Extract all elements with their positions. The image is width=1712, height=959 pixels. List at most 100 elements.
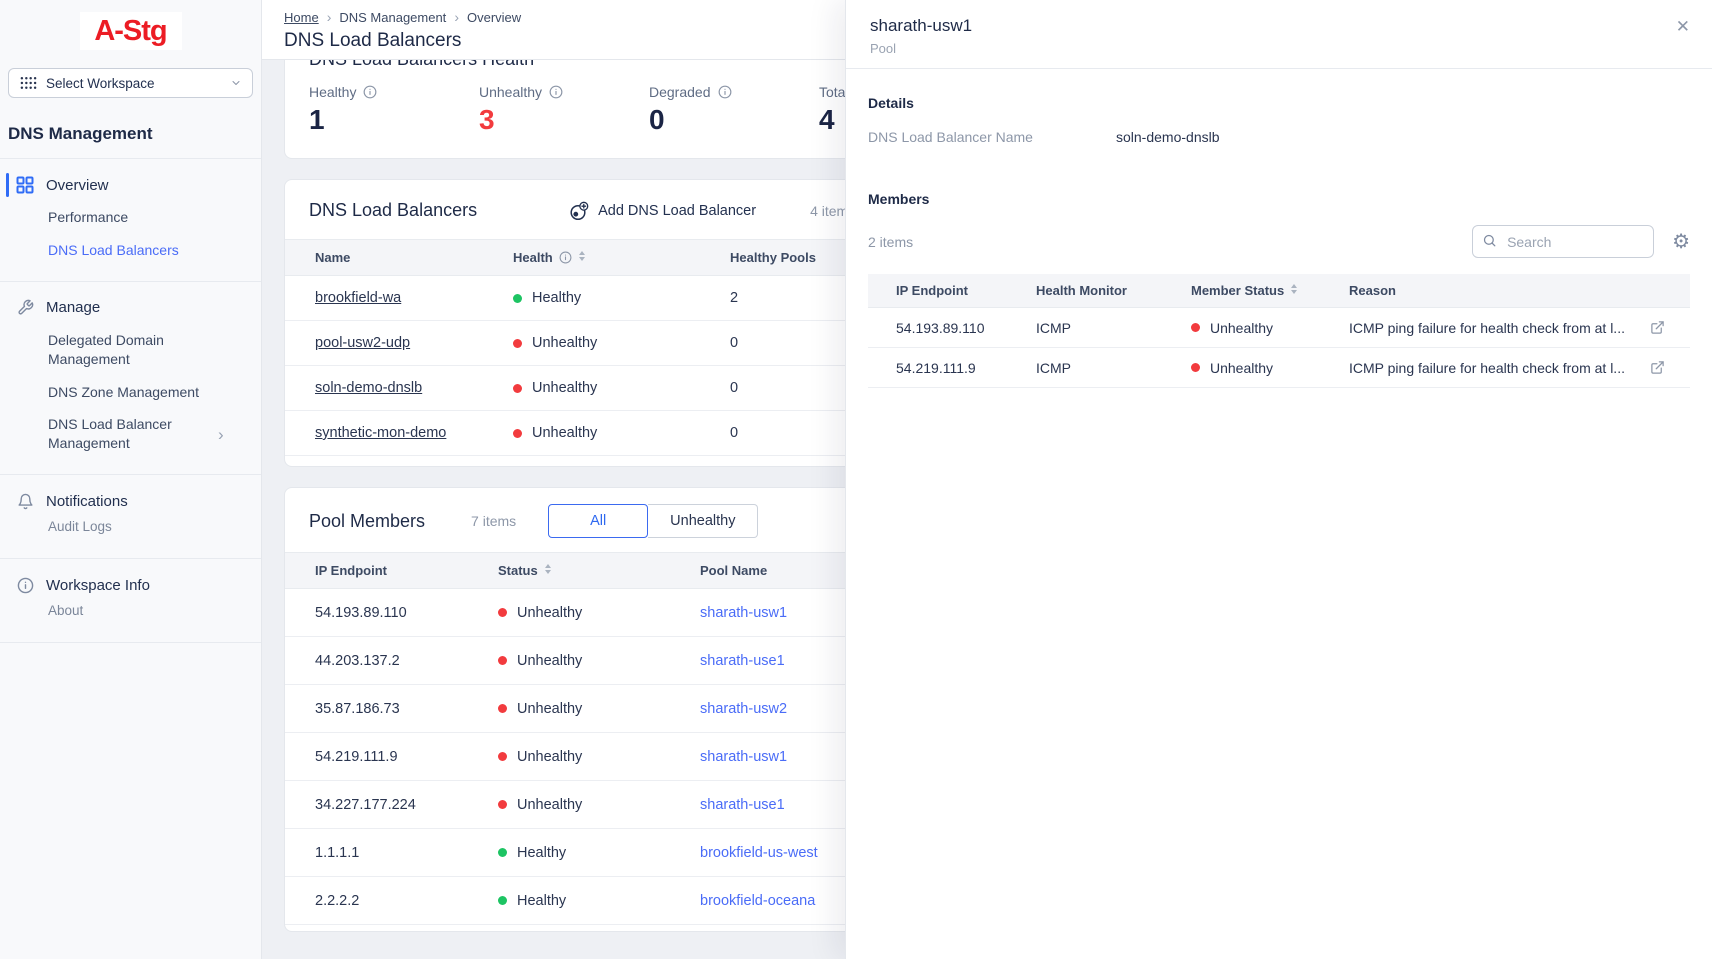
- sidebar-item-overview[interactable]: Overview: [8, 169, 253, 201]
- lb-name-link[interactable]: brookfield-wa: [315, 290, 401, 306]
- member-status-dot: [1191, 363, 1200, 372]
- pool-name-link[interactable]: brookfield-us-west: [700, 845, 818, 861]
- health-monitor: ICMP: [1036, 320, 1191, 336]
- sidebar-item-label: DNS Load Balancer Management: [48, 415, 218, 453]
- sidebar: A-Stg Select Workspace DNS Management: [0, 0, 262, 959]
- members-heading: Members: [868, 191, 1690, 207]
- sidebar-item-audit-logs[interactable]: Audit Logs: [8, 517, 253, 544]
- pool-items-count: 7 items: [471, 513, 516, 529]
- stat-healthy: Healthy 1: [309, 84, 479, 136]
- member-status-text: Unhealthy: [517, 653, 582, 669]
- members-table: IP Endpoint Health Monitor Member Status…: [868, 274, 1690, 388]
- member-status-text: Unhealthy: [517, 605, 582, 621]
- breadcrumb-dns-management[interactable]: DNS Management: [339, 10, 446, 25]
- member-status-dot: [498, 704, 507, 713]
- bell-icon: [16, 492, 34, 510]
- ip-endpoint: 1.1.1.1: [315, 845, 498, 861]
- members-items-count: 2 items: [868, 234, 913, 250]
- sidebar-item-label: Workspace Info: [46, 577, 150, 594]
- nav-group-overview: Overview Performance DNS Load Balancers: [8, 159, 253, 281]
- stat-degraded: Degraded 0: [649, 84, 819, 136]
- add-dns-load-balancer-button[interactable]: Add DNS Load Balancer: [569, 201, 756, 221]
- stat-value: 0: [649, 104, 819, 136]
- drawer-header: sharath-usw1 Pool ✕: [846, 0, 1712, 69]
- close-icon[interactable]: ✕: [1676, 18, 1690, 35]
- sidebar-item-dns-load-balancer-management[interactable]: DNS Load Balancer Management ›: [8, 408, 253, 460]
- stat-label: Degraded: [649, 84, 711, 100]
- drawer-subtitle: Pool: [870, 41, 1688, 56]
- ip-endpoint: 54.193.89.110: [896, 320, 1036, 336]
- sidebar-item-manage[interactable]: Manage: [8, 292, 253, 324]
- grid-squares-icon: [16, 176, 34, 194]
- member-status-dot: [498, 752, 507, 761]
- health-monitor: ICMP: [1036, 360, 1191, 376]
- stat-value: 1: [309, 104, 479, 136]
- app-window: A-Stg Select Workspace DNS Management: [0, 0, 1712, 959]
- member-status-dot: [498, 848, 507, 857]
- column-header-name: Name: [315, 250, 513, 265]
- column-header-status[interactable]: Status: [498, 563, 700, 578]
- sidebar-item-notifications[interactable]: Notifications: [8, 485, 253, 517]
- sidebar-item-dns-load-balancers[interactable]: DNS Load Balancers: [8, 234, 253, 267]
- lb-name-link[interactable]: synthetic-mon-demo: [315, 425, 446, 441]
- detail-value: soln-demo-dnslb: [1116, 129, 1220, 145]
- search-input[interactable]: [1472, 225, 1654, 258]
- pool-name-link[interactable]: sharath-usw2: [700, 701, 787, 717]
- info-icon[interactable]: [718, 85, 732, 99]
- workspace-selector[interactable]: Select Workspace: [8, 68, 253, 98]
- health-status-dot: [513, 294, 522, 303]
- column-header-health[interactable]: Health: [513, 250, 730, 265]
- member-status-text: Unhealthy: [517, 749, 582, 765]
- lb-name-link[interactable]: pool-usw2-udp: [315, 335, 410, 351]
- ip-endpoint: 54.219.111.9: [315, 749, 498, 765]
- brand-logo[interactable]: A-Stg: [80, 12, 182, 50]
- member-status-text: Unhealthy: [1210, 320, 1273, 336]
- details-heading: Details: [868, 95, 1690, 111]
- table-row: 54.193.89.110 ICMP Unhealthy ICMP ping f…: [868, 308, 1690, 348]
- info-icon[interactable]: [549, 85, 563, 99]
- column-header-member-status[interactable]: Member Status: [1191, 283, 1349, 298]
- sort-icon[interactable]: [1290, 283, 1298, 298]
- pool-name-link[interactable]: sharath-usw1: [700, 749, 787, 765]
- pool-name-link[interactable]: sharath-use1: [700, 797, 785, 813]
- health-status-text: Healthy: [532, 290, 581, 306]
- workspace-selector-label: Select Workspace: [46, 76, 155, 91]
- breadcrumb-overview: Overview: [467, 10, 521, 25]
- info-icon[interactable]: [559, 251, 572, 264]
- lb-name-link[interactable]: soln-demo-dnslb: [315, 380, 422, 396]
- stat-value: 3: [479, 104, 649, 136]
- tab-unhealthy[interactable]: Unhealthy: [648, 504, 758, 538]
- sidebar-item-workspace-info[interactable]: Workspace Info: [8, 569, 253, 601]
- column-header-reason: Reason: [1349, 283, 1650, 298]
- ip-endpoint: 54.219.111.9: [896, 360, 1036, 376]
- sidebar-item-performance[interactable]: Performance: [8, 201, 253, 234]
- nav-group-workspace-info: Workspace Info About: [8, 559, 253, 642]
- sort-icon[interactable]: [578, 250, 586, 265]
- pool-name-link[interactable]: brookfield-oceana: [700, 893, 815, 909]
- sidebar-item-dns-zone-management[interactable]: DNS Zone Management: [8, 376, 253, 409]
- stat-label: Unhealthy: [479, 84, 542, 100]
- breadcrumb-home-link[interactable]: Home: [284, 10, 319, 25]
- ip-endpoint: 44.203.137.2: [315, 653, 498, 669]
- tab-all[interactable]: All: [548, 504, 648, 538]
- product-title: DNS Management: [8, 124, 253, 144]
- column-header-ip-endpoint: IP Endpoint: [315, 563, 498, 578]
- external-link-icon[interactable]: [1650, 320, 1680, 335]
- sidebar-item-delegated-domain-management[interactable]: Delegated Domain Management: [8, 324, 198, 376]
- pool-filter-tabs: All Unhealthy: [548, 504, 758, 538]
- external-link-icon[interactable]: [1650, 360, 1680, 375]
- member-status-text: Healthy: [517, 893, 566, 909]
- pool-name-link[interactable]: sharath-usw1: [700, 605, 787, 621]
- pool-card-title: Pool Members: [309, 511, 425, 532]
- gear-icon[interactable]: ⚙: [1672, 232, 1690, 252]
- member-status-dot: [498, 656, 507, 665]
- info-icon[interactable]: [363, 85, 377, 99]
- search-icon: [1482, 233, 1497, 251]
- detail-field: DNS Load Balancer Name soln-demo-dnslb: [868, 129, 1690, 145]
- table-row: 54.219.111.9 ICMP Unhealthy ICMP ping fa…: [868, 348, 1690, 388]
- chevron-down-icon: [230, 77, 242, 89]
- sidebar-item-about[interactable]: About: [8, 601, 253, 628]
- sort-icon[interactable]: [544, 563, 552, 578]
- pool-name-link[interactable]: sharath-use1: [700, 653, 785, 669]
- drawer-body: Details DNS Load Balancer Name soln-demo…: [846, 69, 1712, 388]
